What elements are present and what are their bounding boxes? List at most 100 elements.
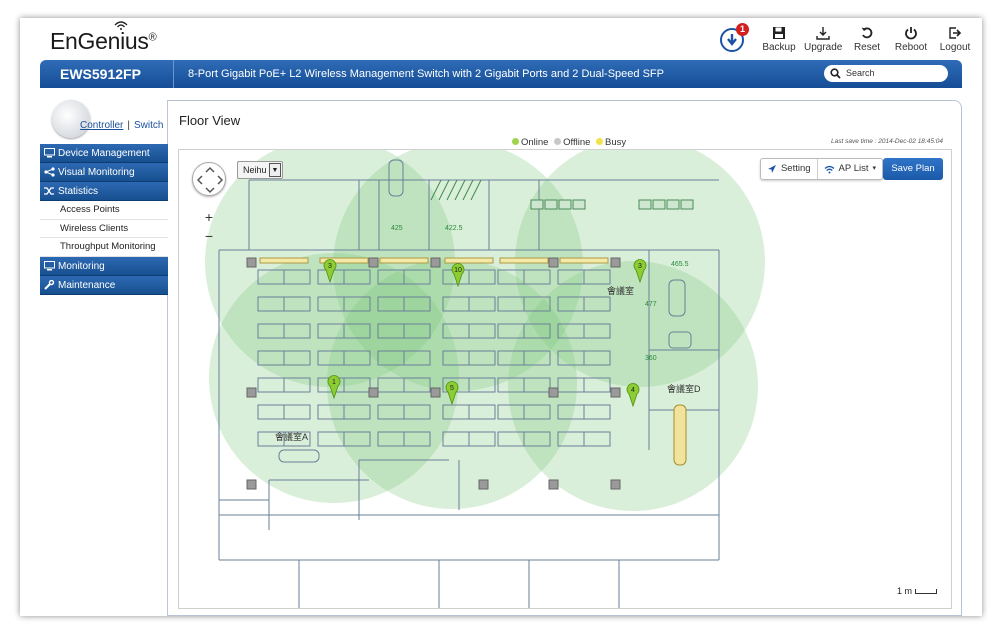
sidebar-item-throughput-monitoring[interactable]: Throughput Monitoring — [40, 238, 168, 257]
wifi-icon — [824, 165, 834, 173]
ap-marker-label: 10 — [454, 267, 462, 274]
pillar — [610, 257, 621, 268]
desk-top — [652, 199, 666, 210]
monitor-icon — [44, 260, 55, 270]
pillar — [548, 257, 559, 268]
desk-top — [530, 199, 544, 210]
model-bar: EWS5912FP 8-Port Gigabit PoE+ L2 Wireles… — [40, 60, 962, 88]
ap-marker-label: 3 — [328, 263, 332, 270]
device-image — [52, 100, 90, 138]
app-window: EnGenius® 1 Backup Upgrade Reset Reboot … — [20, 18, 982, 616]
dimension-label-2: 422.5 — [445, 225, 463, 232]
zoom-control: + − — [199, 208, 219, 246]
wifi-logo-icon — [114, 21, 128, 30]
logout-button[interactable]: Logout — [936, 26, 974, 53]
sidebar-item-visual-monitoring[interactable]: Visual Monitoring — [40, 163, 168, 182]
ap-list-button[interactable]: AP List ▾ — [818, 159, 882, 179]
notification-badge: 1 — [736, 23, 749, 36]
desk-top — [638, 199, 652, 210]
upgrade-button[interactable]: Upgrade — [804, 26, 842, 53]
pillar — [610, 479, 621, 490]
desk-top — [666, 199, 680, 210]
brand-logo: EnGenius® — [50, 21, 157, 55]
pillar — [478, 479, 489, 490]
pillar — [246, 387, 257, 398]
shuffle-icon — [44, 187, 54, 195]
reset-button[interactable]: Reset — [848, 26, 886, 53]
wrench-icon — [44, 279, 55, 290]
backup-button[interactable]: Backup — [760, 26, 798, 53]
pillar — [368, 387, 379, 398]
last-save-time: Last save time : 2014-Dec-02 18:45:04 — [830, 138, 943, 145]
sidebar-item-maintenance[interactable]: Maintenance — [40, 275, 168, 295]
sidebar-item-device-management[interactable]: Device Management — [40, 144, 168, 163]
search-icon — [830, 68, 841, 79]
reboot-button[interactable]: Reboot — [892, 26, 930, 53]
top-bar: EnGenius® 1 Backup Upgrade Reset Reboot … — [20, 18, 982, 60]
sidebar-item-wireless-clients[interactable]: Wireless Clients — [40, 219, 168, 238]
ap-marker-label: 4 — [631, 387, 635, 394]
room-label-a: 會議室A — [275, 431, 308, 442]
download-arrow-icon — [727, 34, 737, 46]
desk-top — [572, 199, 586, 210]
save-plan-button[interactable]: Save Plan — [883, 158, 943, 180]
map-scale: 1 m — [897, 586, 937, 596]
pillar — [430, 387, 441, 398]
meeting-table-d — [673, 404, 687, 466]
desk-top — [544, 199, 558, 210]
pillar — [430, 257, 441, 268]
sidebar-item-access-points[interactable]: Access Points — [40, 201, 168, 220]
legend-online-dot — [512, 138, 519, 145]
sidebar-item-statistics[interactable]: Statistics — [40, 182, 168, 201]
pillar — [368, 257, 379, 268]
legend-busy-dot — [596, 138, 604, 145]
page-title: Floor View — [179, 113, 241, 128]
monitor-icon — [44, 148, 55, 158]
chevron-down-icon: ▼ — [269, 163, 281, 177]
pan-arrows-icon — [196, 166, 224, 194]
cabinet — [259, 257, 309, 264]
dimension-label-3: 465.5 — [671, 261, 689, 268]
pillar — [246, 479, 257, 490]
mode-switch: Controller | Switch — [80, 120, 164, 131]
sidebar-menu: Device Management Visual Monitoring Stat… — [40, 144, 168, 295]
pillar — [610, 387, 621, 398]
pillar — [548, 387, 559, 398]
setting-button[interactable]: Setting — [761, 159, 817, 179]
floor-plan-drawing[interactable]: 3 10 3 1 5 4 會議室A 會議室 會議室D 425 422.5 465.5 47… — [179, 150, 952, 609]
dimension-label-5: 360 — [645, 355, 657, 362]
content-panel: Floor View Online Offline Busy Last save… — [168, 100, 962, 616]
product-description: 8-Port Gigabit PoE+ L2 Wireless Manageme… — [188, 68, 664, 80]
search-input[interactable]: Search — [824, 65, 948, 82]
legend-offline-dot — [554, 138, 562, 145]
cabinet — [559, 257, 609, 264]
cabinet — [379, 257, 429, 264]
pan-control[interactable] — [192, 162, 226, 196]
room-label-b: 會議室 — [607, 285, 634, 296]
pillar — [246, 257, 257, 268]
location-arrow-icon — [767, 165, 776, 173]
cabinet — [444, 257, 494, 264]
model-name: EWS5912FP — [60, 66, 141, 82]
floor-select[interactable]: Neihu ▼ — [237, 161, 283, 179]
ap-marker-label: 1 — [332, 379, 336, 386]
reset-icon — [861, 27, 873, 39]
status-legend: Online Offline Busy — [512, 137, 626, 148]
cabinet — [499, 257, 549, 264]
controller-link[interactable]: Controller — [80, 120, 123, 131]
pillar — [548, 479, 559, 490]
floor-map[interactable]: 3 10 3 1 5 4 會議室A 會議室 會議室D 425 422.5 465.5 47… — [178, 149, 952, 609]
room-label-d: 會議室D — [667, 383, 701, 394]
download-icon — [816, 27, 830, 40]
dimension-label-1: 425 — [391, 225, 403, 232]
desk-top — [558, 199, 572, 210]
desk-top — [680, 199, 694, 210]
notification-download-button[interactable]: 1 — [720, 23, 749, 52]
zoom-out-button[interactable]: − — [199, 227, 219, 246]
power-icon — [905, 27, 917, 40]
zoom-in-button[interactable]: + — [199, 208, 219, 227]
switch-link[interactable]: Switch — [134, 120, 163, 131]
sidebar-item-monitoring[interactable]: Monitoring — [40, 256, 168, 276]
chevron-down-icon: ▾ — [872, 165, 876, 172]
dimension-label-4: 477 — [645, 301, 657, 308]
